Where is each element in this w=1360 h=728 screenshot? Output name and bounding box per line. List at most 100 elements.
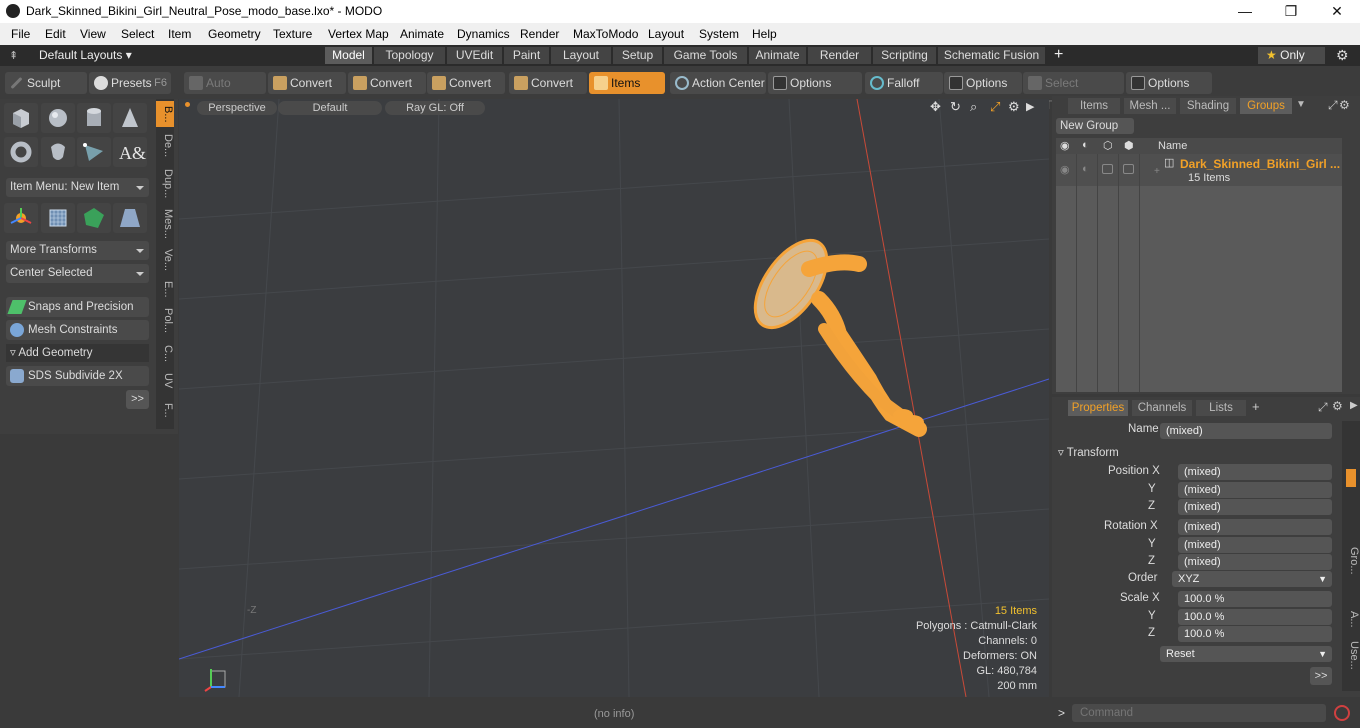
new-group-button[interactable]: New Group	[1056, 118, 1134, 134]
convert-button-3[interactable]: Convert	[427, 72, 505, 94]
cone-icon[interactable]	[113, 103, 147, 133]
group-name[interactable]: Dark_Skinned_Bikini_Girl ...	[1180, 157, 1340, 171]
add-geometry-section[interactable]: ▿ Add Geometry	[6, 344, 149, 362]
side-tab-duplicate[interactable]: Dup...	[156, 165, 174, 203]
row-eye-icon[interactable]: ◉	[1060, 163, 1070, 176]
side-tab-vertex[interactable]: Ve...	[156, 245, 174, 275]
pen-tool-icon[interactable]	[77, 137, 111, 167]
tab-mesh[interactable]: Mesh ...	[1124, 98, 1176, 114]
menu-view[interactable]: View	[80, 27, 106, 41]
cylinder-icon[interactable]	[77, 103, 111, 133]
more-tools-button[interactable]: >>	[126, 390, 149, 409]
properties-arrow-icon[interactable]: ▶	[1350, 400, 1358, 411]
menu-layout[interactable]: Layout	[648, 27, 684, 41]
properties-more-button[interactable]: >>	[1310, 667, 1332, 685]
side-tab-fusion[interactable]: F...	[156, 395, 174, 425]
convert-button-2[interactable]: Convert	[348, 72, 426, 94]
maximize-button[interactable]: ❐	[1268, 0, 1314, 23]
tab-uvedit[interactable]: UVEdit	[447, 47, 503, 64]
side-tab-mesh[interactable]: Mes...	[156, 205, 174, 243]
center-selected-dropdown[interactable]: Center Selected	[6, 264, 149, 283]
group-row[interactable]: ◉ ◐ + ◫ Dark_Skinned_Bikini_Girl ... 15 …	[1056, 154, 1342, 186]
3d-viewport[interactable]: Perspective Default Ray GL: Off ✥ ↻ ⌕ ⤢ …	[179, 99, 1049, 697]
default-layouts-dropdown[interactable]: Default Layouts ▾	[39, 48, 132, 62]
items-button[interactable]: Items	[589, 72, 665, 94]
convert-button-4[interactable]: Convert	[509, 72, 587, 94]
more-transforms-dropdown[interactable]: More Transforms	[6, 241, 149, 260]
mesh-constraints-button[interactable]: Mesh Constraints	[6, 320, 149, 340]
menu-render[interactable]: Render	[520, 27, 559, 41]
side-tab-deform[interactable]: De...	[156, 129, 174, 163]
side-tab-groups[interactable]: Gro...	[1342, 541, 1360, 581]
sphere-icon[interactable]	[41, 103, 75, 133]
menu-item[interactable]: Item	[168, 27, 191, 41]
rotation-y-field[interactable]: (mixed)	[1178, 537, 1332, 553]
position-x-field[interactable]: (mixed)	[1178, 464, 1332, 480]
default-shading-dropdown[interactable]: Default	[278, 101, 382, 115]
tab-game-tools[interactable]: Game Tools	[664, 47, 748, 64]
tab-menu-arrow-icon[interactable]: ▼	[1296, 99, 1306, 110]
viewport-menu-arrow-icon[interactable]: ▶	[1026, 100, 1034, 113]
scale-y-field[interactable]: 100.0 %	[1178, 609, 1332, 625]
viewport-gear-icon[interactable]: ⚙	[1008, 99, 1020, 115]
row-lock-checkbox[interactable]	[1102, 164, 1113, 174]
options-button-2[interactable]: Options	[944, 72, 1022, 94]
plane-mesh-icon[interactable]	[113, 203, 147, 233]
text-tool-icon[interactable]: A&	[113, 137, 147, 167]
green-cube-icon[interactable]	[77, 203, 111, 233]
side-tab-basic[interactable]: B...	[156, 101, 174, 127]
transform-section[interactable]: ▿ Transform	[1058, 445, 1119, 459]
tab-model[interactable]: Model	[325, 47, 373, 64]
properties-expand-icon[interactable]: ⤢	[1318, 400, 1328, 415]
side-tab-a[interactable]: A...	[1342, 607, 1360, 631]
auto-select-button[interactable]: Auto Select	[184, 72, 266, 112]
tab-items[interactable]: Items	[1068, 98, 1120, 114]
tab-scripting[interactable]: Scripting	[873, 47, 937, 64]
pan-icon[interactable]: ✥	[930, 99, 941, 115]
action-center-button[interactable]: Action Center	[670, 72, 766, 94]
tab-topology[interactable]: Topology	[374, 47, 446, 64]
name-column-header[interactable]: Name	[1158, 140, 1187, 152]
options-button-1[interactable]: Options	[768, 72, 862, 94]
tab-layout[interactable]: Layout	[551, 47, 612, 64]
options-button-3[interactable]: Options	[1126, 72, 1212, 94]
panel-gear-icon[interactable]: ⚙	[1339, 98, 1350, 112]
record-icon[interactable]	[1334, 705, 1350, 721]
select-icon[interactable]: ⬢	[1124, 139, 1134, 152]
falloff-button[interactable]: Falloff	[865, 72, 943, 94]
side-tab-user[interactable]: Use...	[1342, 637, 1360, 673]
snaps-precision-button[interactable]: Snaps and Precision	[6, 297, 149, 317]
zoom-icon[interactable]: ⌕	[970, 99, 977, 115]
reset-dropdown[interactable]: Reset ▼	[1160, 646, 1332, 662]
menu-file[interactable]: File	[11, 27, 30, 41]
fit-icon[interactable]: ⤢	[990, 99, 1000, 115]
grid-plane-icon[interactable]	[41, 203, 75, 233]
item-menu-dropdown[interactable]: Item Menu: New Item	[6, 178, 149, 197]
capsule-icon[interactable]	[41, 137, 75, 167]
rotation-x-field[interactable]: (mixed)	[1178, 519, 1332, 535]
lock-icon[interactable]: ⬡	[1103, 139, 1113, 152]
name-field[interactable]: (mixed)	[1160, 423, 1332, 439]
menu-vertex-map[interactable]: Vertex Map	[328, 27, 389, 41]
menu-animate[interactable]: Animate	[400, 27, 444, 41]
convert-button-1[interactable]: Convert	[268, 72, 346, 94]
tab-schematic-fusion[interactable]: Schematic Fusion	[938, 47, 1046, 64]
layout-toggle-icon[interactable]: ⇞	[9, 49, 18, 62]
sculpt-button[interactable]: Sculpt	[5, 72, 87, 94]
position-y-field[interactable]: (mixed)	[1178, 482, 1332, 498]
select-through-button[interactable]: Select Through	[1023, 72, 1124, 112]
tab-groups[interactable]: Groups	[1240, 98, 1292, 114]
row-render-icon[interactable]: ◐	[1082, 163, 1089, 175]
minimize-button[interactable]: —	[1222, 0, 1268, 23]
presets-button[interactable]: Presets F6	[89, 72, 171, 94]
side-tab-edge[interactable]: E...	[156, 277, 174, 301]
tab-render[interactable]: Render	[808, 47, 872, 64]
expand-plus-icon[interactable]: +	[1154, 166, 1160, 177]
only-toggle[interactable]: ★ Only	[1258, 47, 1325, 64]
position-z-field[interactable]: (mixed)	[1178, 499, 1332, 515]
side-tab-polygon[interactable]: Pol...	[156, 303, 174, 339]
transform-gizmo-icon[interactable]	[4, 203, 38, 233]
menu-texture[interactable]: Texture	[273, 27, 312, 41]
side-tab-active[interactable]	[1346, 469, 1356, 487]
properties-gear-icon[interactable]: ⚙	[1332, 399, 1343, 413]
